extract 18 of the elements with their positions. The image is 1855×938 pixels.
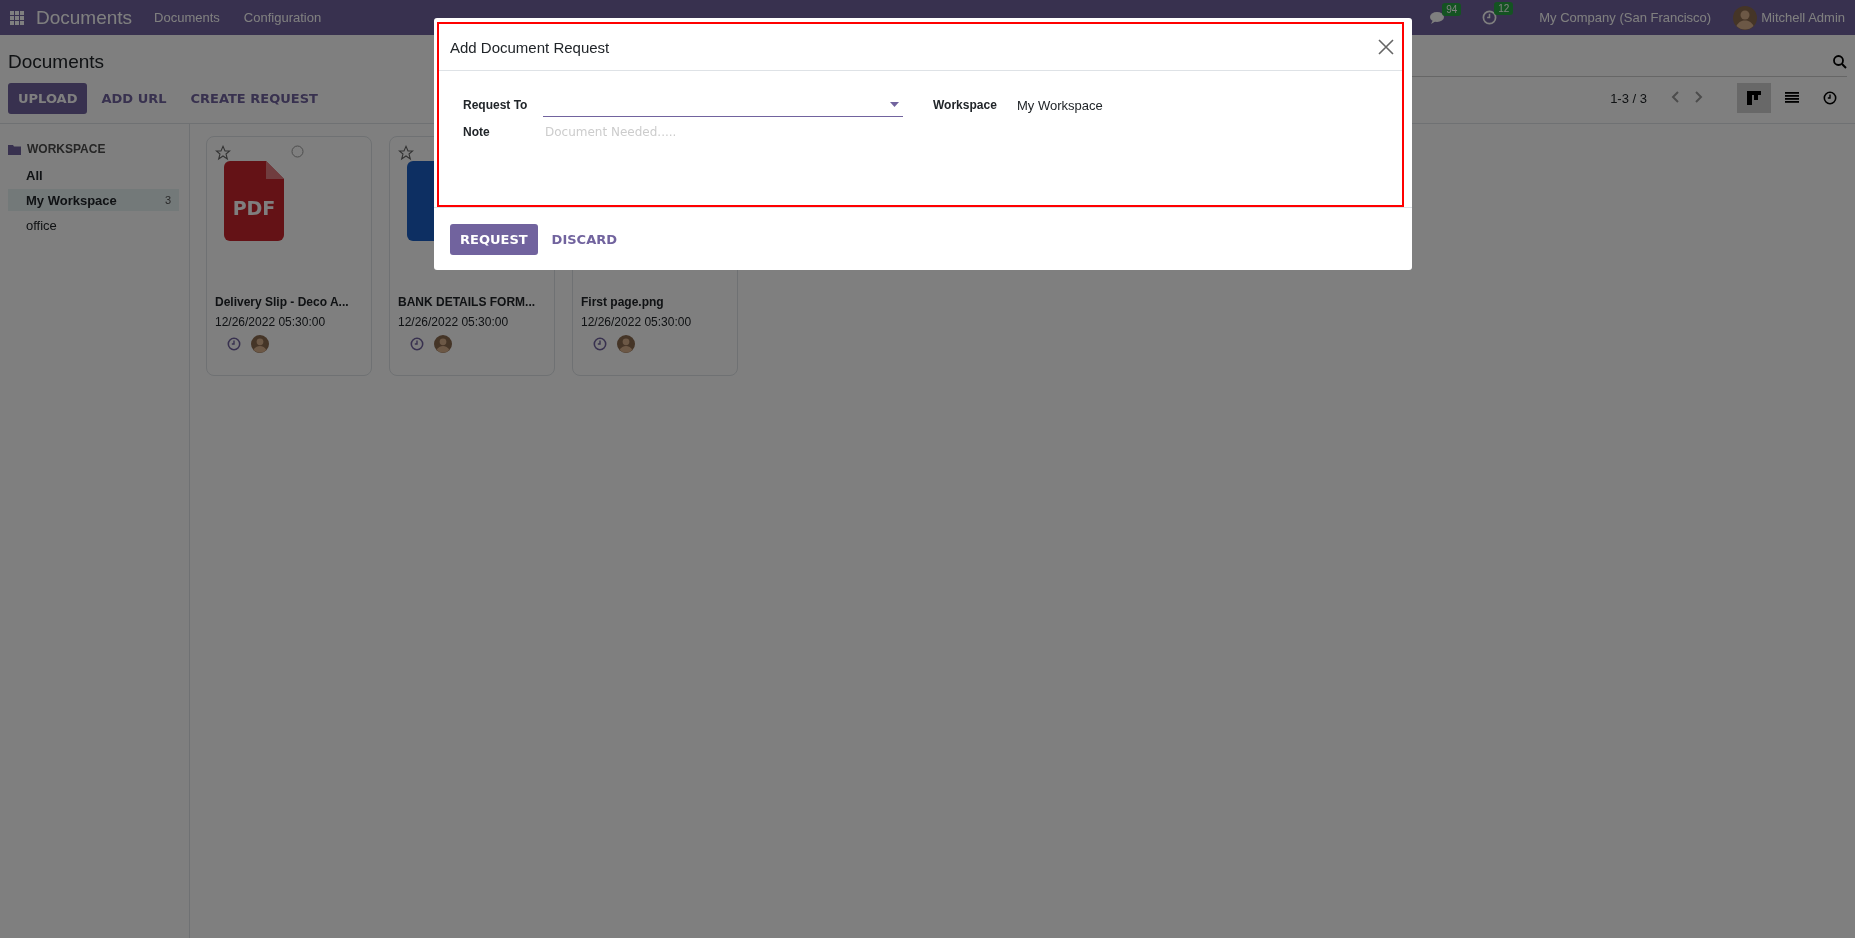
- document-name: First page.png: [581, 295, 664, 309]
- message-count: 94: [1442, 2, 1462, 16]
- pdf-file-icon: PDF: [224, 161, 284, 241]
- document-name: Delivery Slip - Deco A...: [215, 295, 349, 309]
- field-value: My Workspace: [1017, 97, 1104, 113]
- pager-value: 1-3 / 3: [1610, 90, 1647, 106]
- field-label: Note: [463, 125, 491, 139]
- document-date: 12/26/2022 05:30:00: [398, 315, 510, 329]
- document-date: 12/26/2022 05:30:00: [581, 315, 693, 329]
- activity-count: 12: [1494, 2, 1514, 15]
- document-name: BANK DETAILS FORM...: [398, 295, 536, 309]
- field-label: Workspace: [933, 98, 998, 112]
- dialog-title: Add Document Request: [450, 38, 610, 56]
- sidebar-heading: WORKSPACE: [27, 142, 106, 156]
- document-date: 12/26/2022 05:30:00: [215, 315, 327, 329]
- page-title: Documents: [8, 51, 105, 73]
- item-count: 3: [164, 194, 171, 206]
- field-label: Request To: [463, 98, 529, 112]
